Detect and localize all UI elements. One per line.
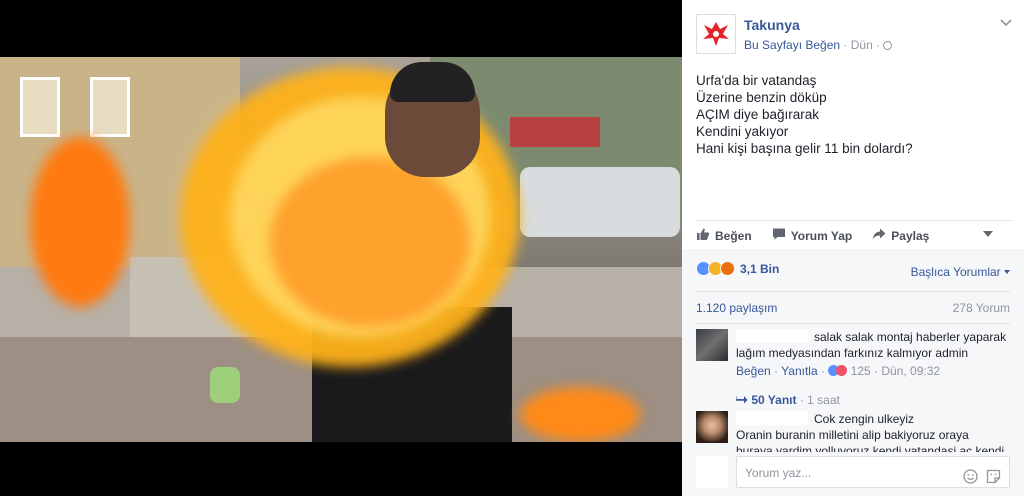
- comment-text: salak salak montaj haberler yaparak: [814, 330, 1007, 344]
- haha-reaction-icon: [836, 365, 848, 376]
- replies-time: · 1 saat: [799, 393, 840, 407]
- page-name[interactable]: Takunya: [744, 17, 800, 33]
- comment-meta: Beğen · Yanıtla · 125 · Dün, 09:32: [736, 364, 941, 378]
- comment-text: Oranin buranin milletini alip bakiyoruz …: [736, 428, 969, 442]
- comment-author[interactable]: [736, 329, 808, 343]
- post-photo[interactable]: [0, 57, 682, 442]
- like-label: Beğen: [715, 228, 752, 243]
- replies-count[interactable]: 50 Yanıt: [751, 393, 796, 407]
- comment-label: Yorum Yap: [790, 228, 853, 243]
- share-icon: [872, 227, 891, 244]
- post-text: Urfa'da bir vatandaş Üzerine benzin dökü…: [696, 72, 1016, 157]
- comment-time[interactable]: · Dün, 09:32: [874, 364, 940, 378]
- post-header: Takunya Bu Sayfayı Beğen · Dün ·: [696, 14, 1014, 54]
- comment-sort-label: Başlıca Yorumlar: [910, 265, 1001, 279]
- comment-input[interactable]: Yorum yaz...: [736, 456, 1010, 488]
- like-page-link[interactable]: Bu Sayfayı Beğen: [744, 38, 840, 52]
- page-logo-icon[interactable]: [696, 14, 736, 54]
- avatar[interactable]: [696, 411, 728, 443]
- reply-arrow-icon: [736, 393, 751, 407]
- comment-like-link[interactable]: Beğen: [736, 364, 771, 378]
- comment-item: Cok zengin ulkeyiz Oranin buranin millet…: [696, 411, 1010, 455]
- like-button[interactable]: Beğen: [696, 227, 752, 244]
- emoji-icon[interactable]: [963, 469, 978, 487]
- divider: [696, 291, 1010, 292]
- post-subline: Bu Sayfayı Beğen · Dün ·: [744, 38, 893, 52]
- composer-icons: [963, 469, 1001, 487]
- comment-reaction-count[interactable]: 125: [851, 364, 871, 378]
- post-text-line: AÇIM diye bağırarak: [696, 107, 820, 122]
- view-replies[interactable]: 50 Yanıt · 1 saat: [736, 393, 840, 407]
- globe-icon: [883, 41, 893, 50]
- comment-body: salak salak montaj haberler yaparak lağı…: [736, 329, 1016, 379]
- post-text-line: Üzerine benzin döküp: [696, 90, 827, 105]
- comment-button[interactable]: Yorum Yap: [772, 227, 853, 244]
- chevron-down-icon[interactable]: [1000, 16, 1012, 30]
- comment-count[interactable]: 278 Yorum: [953, 301, 1010, 315]
- post-text-line: Hani kişi başına gelir 11 bin dolardı?: [696, 141, 913, 156]
- share-button[interactable]: Paylaş: [872, 227, 929, 244]
- post-text-line: Urfa'da bir vatandaş: [696, 73, 817, 88]
- caret-down-icon: [1004, 270, 1010, 274]
- share-options-button[interactable]: [972, 220, 1012, 250]
- share-count[interactable]: 1.120 paylaşım: [696, 301, 777, 315]
- comment-reply-link[interactable]: Yanıtla: [781, 364, 817, 378]
- angry-reaction-icon: [720, 261, 735, 276]
- share-label: Paylaş: [891, 228, 930, 243]
- comment-body: Cok zengin ulkeyiz Oranin buranin millet…: [736, 411, 1010, 455]
- reaction-count[interactable]: 3,1 Bin: [740, 262, 779, 276]
- reaction-summary[interactable]: 3,1 Bin: [696, 261, 779, 276]
- avatar: [696, 456, 728, 488]
- comment-author[interactable]: [736, 411, 808, 425]
- post-actions: Beğen Yorum Yap Paylaş: [696, 220, 1010, 250]
- sticker-icon[interactable]: [986, 469, 1001, 487]
- divider: [696, 323, 1010, 324]
- comment-composer: Yorum yaz...: [696, 452, 1010, 492]
- comment-text: Cok zengin ulkeyiz: [814, 412, 915, 426]
- comment-sort-dropdown[interactable]: Başlıca Yorumlar: [911, 265, 1010, 279]
- post-time[interactable]: · Dün ·: [843, 38, 880, 52]
- like-icon: [696, 227, 715, 244]
- avatar[interactable]: [696, 329, 728, 361]
- comment-icon: [772, 227, 791, 244]
- comment-text: lağım medyasından farkınız kalmıyor admi…: [736, 346, 969, 360]
- post-text-line: Kendini yakıyor: [696, 124, 789, 139]
- photo-viewer: [0, 0, 682, 496]
- comment-input-placeholder: Yorum yaz...: [745, 466, 812, 480]
- caret-down-icon: [983, 231, 993, 237]
